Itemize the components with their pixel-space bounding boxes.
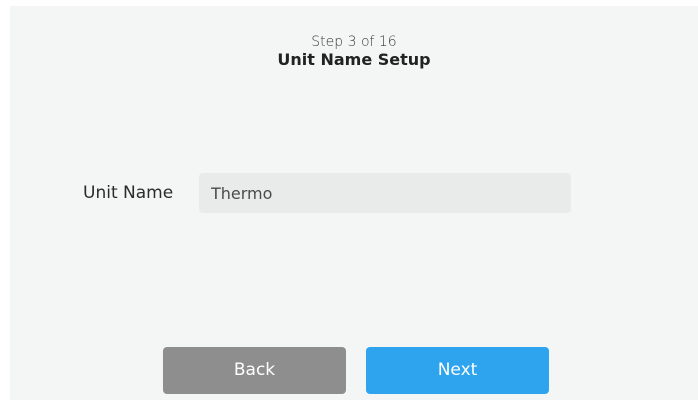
next-button[interactable]: Next (366, 347, 549, 394)
setup-screen: Step 3 of 16 Unit Name Setup Unit Name B… (10, 6, 698, 400)
unit-name-input[interactable] (199, 173, 571, 213)
setup-header: Step 3 of 16 Unit Name Setup (10, 34, 698, 69)
unit-name-label: Unit Name (83, 183, 174, 203)
step-indicator: Step 3 of 16 (311, 34, 397, 50)
back-button[interactable]: Back (163, 347, 346, 394)
unit-name-row: Unit Name (10, 173, 698, 213)
page-title: Unit Name Setup (277, 50, 431, 69)
